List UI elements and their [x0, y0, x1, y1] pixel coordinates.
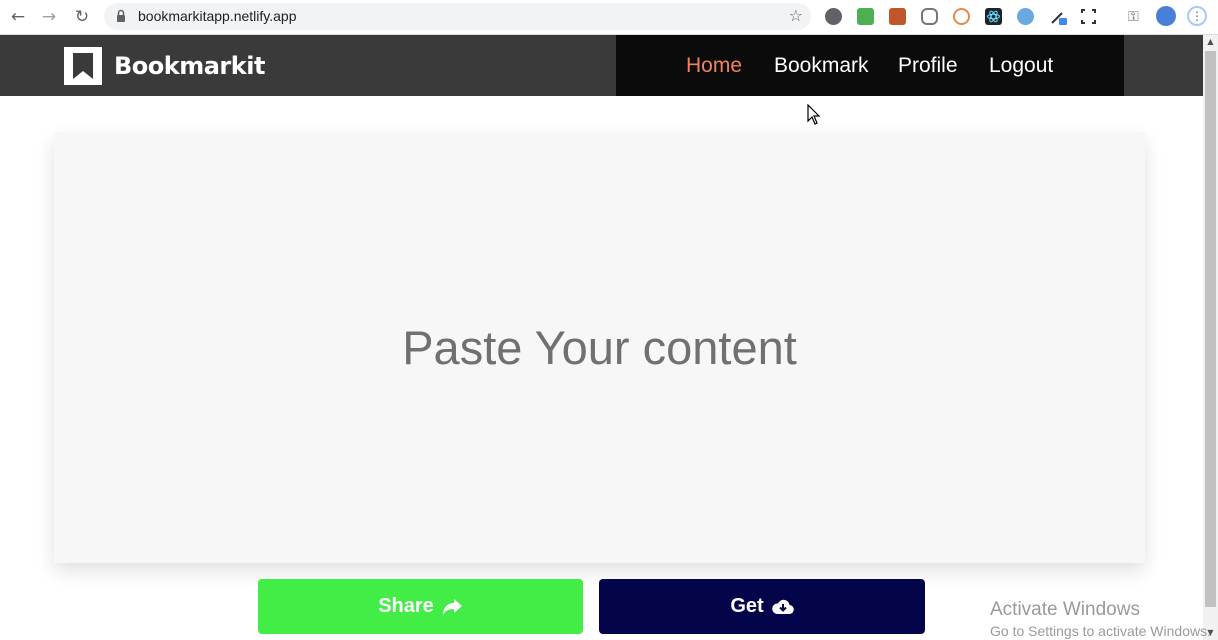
cors-icon[interactable]: [857, 8, 874, 25]
paste-content-area[interactable]: Paste Your content: [54, 132, 1145, 563]
swirl-icon[interactable]: [953, 8, 970, 25]
url-text: bookmarkitapp.netlify.app: [138, 8, 297, 24]
get-button[interactable]: Get: [599, 579, 925, 634]
screenshot-icon[interactable]: [1080, 8, 1097, 25]
share-arrow-icon: [442, 598, 462, 615]
address-bar[interactable]: bookmarkitapp.netlify.app ☆: [104, 3, 811, 30]
eyedropper-icon[interactable]: [1050, 8, 1067, 25]
forward-icon[interactable]: →: [37, 5, 61, 29]
menu-icon[interactable]: ⋮: [1187, 6, 1207, 26]
activate-windows-title: Activate Windows: [990, 599, 1140, 620]
main-nav: Home Bookmark Profile Logout: [616, 35, 1124, 96]
site-header: Bookmarkit Home Bookmark Profile Logout: [0, 35, 1203, 96]
content-placeholder: Paste Your content: [402, 321, 797, 374]
share-button[interactable]: Share: [258, 579, 583, 634]
activate-windows-subtitle: Go to Settings to activate Windows.: [990, 623, 1211, 639]
key-icon[interactable]: ⚿: [1125, 8, 1142, 25]
brand-name[interactable]: Bookmarkit: [114, 52, 265, 80]
scroll-thumb[interactable]: [1205, 51, 1216, 607]
mouse-cursor-icon: [807, 104, 821, 125]
feather-icon[interactable]: [1017, 8, 1034, 25]
scroll-up-icon[interactable]: ▲: [1203, 35, 1218, 49]
browser-toolbar: ← → ↻ bookmarkitapp.netlify.app ☆ ⚿ ⋮: [0, 0, 1218, 35]
page-scrollbar[interactable]: ▲ ▼: [1203, 35, 1218, 640]
lock-icon: [117, 9, 125, 22]
share-button-label: Share: [378, 595, 434, 617]
react-devtools-icon[interactable]: [985, 8, 1002, 25]
bookmark-logo-icon[interactable]: [64, 47, 102, 85]
nav-bookmark[interactable]: Bookmark: [774, 54, 869, 78]
get-button-label: Get: [730, 595, 764, 617]
cloud-download-icon: [771, 599, 794, 614]
nav-home[interactable]: Home: [686, 54, 742, 78]
book-icon[interactable]: [889, 8, 906, 25]
profile-icon[interactable]: [1156, 6, 1176, 26]
reload-icon[interactable]: ↻: [70, 5, 94, 29]
nav-profile[interactable]: Profile: [898, 54, 958, 78]
back-icon[interactable]: ←: [6, 5, 30, 29]
star-icon[interactable]: ☆: [789, 6, 803, 25]
nav-logout[interactable]: Logout: [989, 54, 1053, 78]
dark-reader-icon[interactable]: [825, 8, 842, 25]
extension-icon[interactable]: [921, 8, 938, 25]
